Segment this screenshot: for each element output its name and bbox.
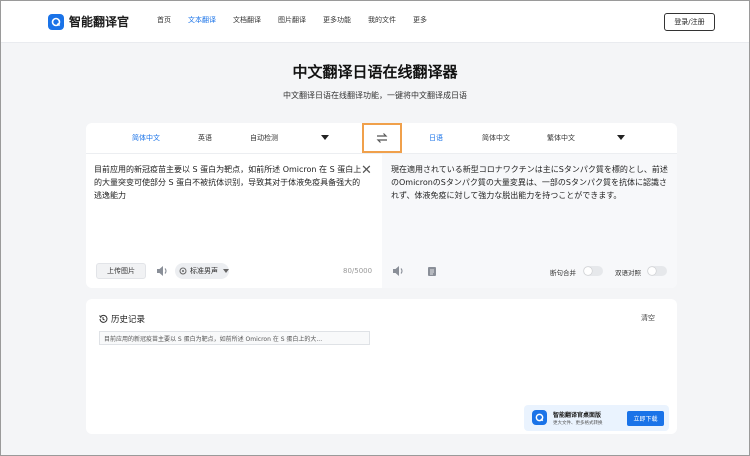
target-lang-tab-ja[interactable]: 日语 <box>429 133 443 143</box>
source-lang-tab-zh[interactable]: 简体中文 <box>132 133 160 143</box>
bilingual-toggle[interactable] <box>647 266 667 276</box>
page-subtitle: 中文翻译日语在线翻译功能，一键将中文翻译成日语 <box>283 91 467 100</box>
voice-icon <box>179 267 187 275</box>
voice-chevron-down-icon <box>223 269 229 273</box>
promo-subtitle: 更大文件、更多格式转换 <box>553 421 603 426</box>
source-lang-chevron-down-icon[interactable] <box>321 135 329 140</box>
app-name: 智能翻译官 <box>69 15 130 29</box>
voice-label: 标准男声 <box>190 267 218 275</box>
desktop-promo: 智能翻译官桌面版 更大文件、更多格式转换 立即下载 <box>524 405 669 431</box>
promo-logo-icon <box>532 410 547 425</box>
nav-item-doc-translate[interactable]: 文档翻译 <box>233 16 261 25</box>
logo[interactable]: 智能翻译官 <box>48 13 129 30</box>
history-panel: 历史记录 清空 目前应用的新冠疫苗主要以 S 蛋白为靶点，如前所述 Omicro… <box>86 299 677 434</box>
nav-item-more-features[interactable]: 更多功能 <box>323 16 351 25</box>
close-icon[interactable]: ✕ <box>361 164 372 177</box>
source-text-input[interactable]: 目前应用的新冠疫苗主要以 S 蛋白为靶点，如前所述 Omicron 在 S 蛋白… <box>94 163 362 202</box>
download-button[interactable]: 立即下载 <box>627 411 664 426</box>
history-icon <box>99 314 108 323</box>
swap-languages-button[interactable] <box>362 123 402 153</box>
target-lang-chevron-down-icon[interactable] <box>617 135 625 140</box>
upload-image-button[interactable]: 上传图片 <box>96 263 146 279</box>
nav-item-image-translate[interactable]: 图片翻译 <box>278 16 306 25</box>
source-lang-tab-auto[interactable]: 自动检测 <box>250 133 278 143</box>
target-speaker-icon[interactable] <box>392 265 405 277</box>
translation-output: 現在適用されている新型コロナワクチンは主にSタンパク質を標的とし、前述のOmic… <box>391 165 668 200</box>
clear-history-button[interactable]: 清空 <box>641 313 655 323</box>
swap-icon <box>376 133 388 143</box>
nav-item-home[interactable]: 首页 <box>157 16 171 25</box>
app-logo-icon <box>48 13 64 30</box>
promo-title: 智能翻译官桌面版 <box>553 412 602 419</box>
nav-item-text-translate[interactable]: 文本翻译 <box>188 16 216 25</box>
divider <box>86 153 677 154</box>
history-header: 历史记录 <box>98 313 145 325</box>
merge-sentences-toggle[interactable] <box>583 266 603 276</box>
translator-panel: 简体中文 英语 自动检测 日语 简体中文 繁体中文 目前应用的新冠疫苗主要以 S… <box>86 123 677 288</box>
char-counter: 80/5000 <box>343 267 373 275</box>
voice-select[interactable]: 标准男声 <box>175 263 229 279</box>
target-lang-tab-zh[interactable]: 简体中文 <box>482 133 510 143</box>
login-button[interactable]: 登录/注册 <box>664 13 715 31</box>
nav-item-my-files[interactable]: 我的文件 <box>368 16 396 25</box>
source-lang-tab-en[interactable]: 英语 <box>198 133 212 143</box>
main-nav: 首页 文本翻译 文档翻译 图片翻译 更多功能 我的文件 更多 <box>157 16 444 25</box>
history-item[interactable]: 目前应用的新冠疫苗主要以 S 蛋白为靶点，如前所述 Omicron 在 S 蛋白… <box>99 331 370 345</box>
merge-sentences-label: 断句合并 <box>550 269 576 277</box>
top-bar: 智能翻译官 首页 文本翻译 文档翻译 图片翻译 更多功能 我的文件 更多 登录/… <box>1 1 749 43</box>
speaker-icon[interactable] <box>156 265 169 277</box>
copy-icon[interactable] <box>427 266 437 277</box>
bilingual-label: 双语对照 <box>615 269 641 277</box>
nav-item-more[interactable]: 更多 <box>413 16 427 25</box>
history-title: 历史记录 <box>111 315 146 325</box>
target-lang-tab-zh-tw[interactable]: 繁体中文 <box>547 133 575 143</box>
page-title: 中文翻译日语在线翻译器 <box>292 63 458 81</box>
